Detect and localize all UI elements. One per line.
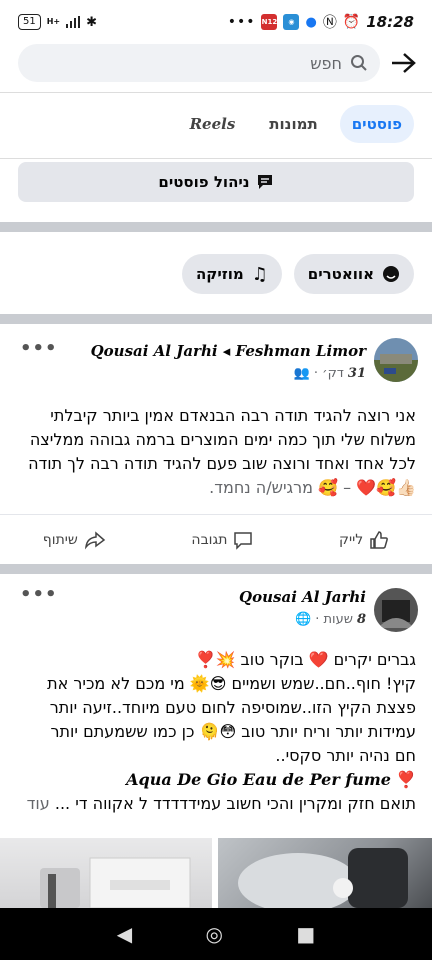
globe-audience-icon: 🌐 [295,612,312,627]
status-bar: 51 H+ ✱ ••• N12 ◉ ● Ⓝ ⏰ 18:28 [0,0,432,44]
post2-last-text: תואם חזק ומקרין והכי חשוב עמידדדדד ל אקו… [54,794,416,813]
see-more-link[interactable]: עוד [27,794,50,813]
music-note-icon: ♫ [251,263,268,285]
like-label: לייק [339,532,364,548]
post1-divider [0,514,432,515]
post2-line: פצצת הקיץ הזו..שמוסיפה לחום טעם מיוחד..ז… [49,698,416,717]
share-button[interactable]: שיתוף [43,530,106,550]
post1-author[interactable]: Qousai Al Jarhi ◂ Feshman Limor [91,342,366,360]
back-triangle-icon[interactable]: ◀ [117,922,132,946]
post1-meta: 31 דק׳ · 👥 [294,366,366,381]
post2-perfume-line: ❣️ Aqua De Gio Eau de Per fume [12,768,416,792]
post2-image-bottle[interactable] [0,838,212,908]
post2-text: גברים יקרים ❤️ בוקר טוב 💥❣️ קיץ! חוף..חם… [12,648,416,816]
post1-text: אני רוצה להגיד תודה רבה הבנאדם אמין ביות… [12,404,416,500]
bluetooth-icon: ✱ [86,14,98,30]
post1-more-icon[interactable]: ••• [20,338,58,359]
avatar-icon [383,266,399,282]
post2-line: עמידות יותר וריח יותר טוב 😳🫠 כן כמו ששמע… [50,722,417,741]
post2-avatar[interactable] [374,588,418,632]
post2-line: קיץ! חוף..חם..שמש ושמיים 😎🌞 מי מכם לא מכ… [47,674,416,693]
post2-time-unit: שעות · [315,612,353,627]
post1-actions: לייק תגובה שיתוף [0,516,432,564]
search-icon [351,55,367,71]
post2-meta: 8 שעות · 🌐 [295,612,366,627]
status-left: 51 H+ ✱ [18,14,97,30]
profile-tabs: פוסטים תמונות Reels [178,105,414,143]
like-button[interactable]: לייק [339,530,389,550]
battery-icon: 51 [18,14,41,30]
post2-author[interactable]: Qousai Al Jarhi [239,588,366,606]
search-placeholder: חפש [310,53,342,73]
nfc-icon: Ⓝ [322,15,337,31]
comment-button[interactable]: תגובה [191,530,253,550]
messenger-icon: ● [305,14,317,30]
avatars-button[interactable]: אוואטרים [293,254,414,294]
tab-photos[interactable]: תמונות [257,105,329,143]
tab-reels[interactable]: Reels [178,105,248,143]
search-header: חפש [0,44,432,90]
comment-icon [234,532,253,550]
like-icon [370,531,389,549]
tabs-divider [0,158,432,159]
back-arrow-icon[interactable] [386,46,420,80]
post2-time-num: 8 [356,612,366,627]
search-input[interactable]: חפש [18,44,380,82]
more-notifications-icon: ••• [227,14,256,30]
tab-posts[interactable]: פוסטים [339,105,414,143]
section-separator [0,564,432,574]
post1-time-unit: דק׳ · [313,366,344,381]
music-button[interactable]: מוזיקה ♫ [182,254,282,294]
clock: 18:28 [366,13,414,31]
network-type: H+ [46,17,61,26]
chat-bubble-icon [257,175,272,189]
post2-line: גברים יקרים ❤️ בוקר טוב 💥❣️ [195,650,416,669]
avatars-label: אוואטרים [307,265,374,283]
manage-posts-button[interactable]: ניהול פוסטים [18,162,414,202]
post1-feeling: – 🥰 מרגיש/ה נחמד. [209,478,352,497]
post2-image-product[interactable] [218,838,432,908]
friends-audience-icon: 👥 [293,366,310,381]
app-notification-icon: ◉ [283,14,300,30]
section-separator [0,222,432,232]
section-separator [0,314,432,324]
post2-last-line: תואם חזק ומקרין והכי חשוב עמידדדדד ל אקו… [12,792,416,816]
share-label: שיתוף [42,532,78,548]
post1-time-num: 31 [347,366,366,381]
share-icon [84,531,106,550]
comment-label: תגובה [191,532,228,548]
manage-posts-label: ניהול פוסטים [158,173,250,191]
heart-exclamation-icon: ❣️ [396,770,416,789]
system-navigation-bar: ◀ ◎ ■ [0,908,432,960]
post2-line: חם נהיה יותר סקסי.. [275,746,416,765]
perfume-name: Aqua De Gio Eau de Per fume [126,770,391,789]
signal-icon [66,16,81,28]
header-divider [0,92,432,93]
n12-app-icon: N12 [261,14,278,30]
music-label: מוזיקה [196,265,244,283]
alarm-icon: ⏰ [342,14,361,30]
home-circle-icon[interactable]: ◎ [206,922,223,946]
post2-more-icon[interactable]: ••• [20,584,58,605]
status-right: ••• N12 ◉ ● Ⓝ ⏰ 18:28 [228,12,414,32]
recents-square-icon[interactable]: ■ [296,922,315,946]
post1-avatar[interactable] [374,338,418,382]
